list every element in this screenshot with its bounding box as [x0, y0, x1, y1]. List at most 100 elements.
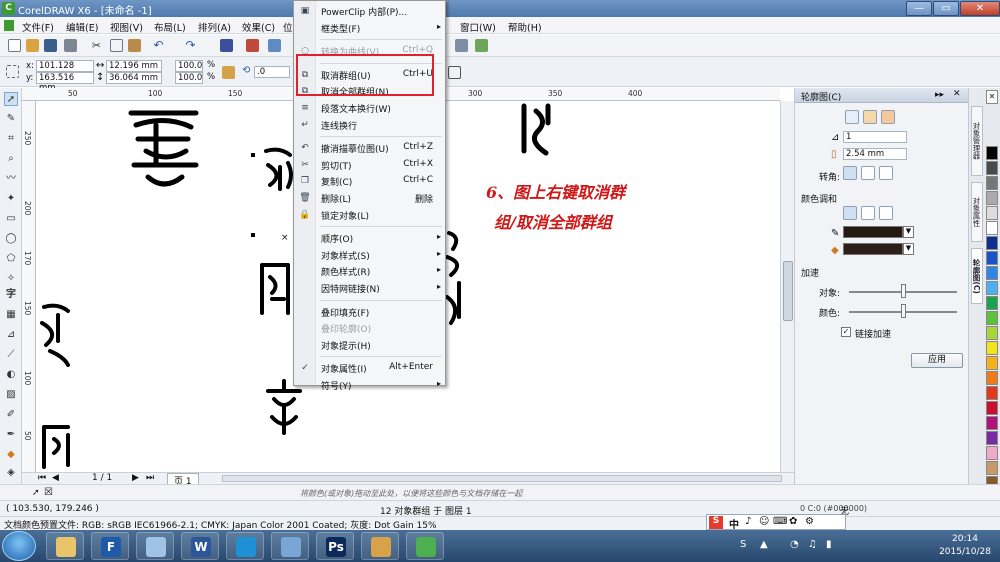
color-swatch[interactable] — [986, 206, 998, 220]
round-corner-icon[interactable] — [861, 166, 875, 180]
taskbar-app-explorer[interactable] — [46, 532, 84, 560]
pick-tool-icon[interactable]: ➚ — [4, 92, 18, 106]
context-menu-item[interactable]: ≡ 段落文本换行(W) — [294, 100, 445, 116]
color-swatch[interactable] — [986, 296, 998, 310]
dimension-tool-icon[interactable]: ⊿ — [4, 328, 18, 342]
context-menu-item[interactable]: 叠印填充(F) — [294, 304, 445, 320]
context-menu-item[interactable]: 框类型(F) ▸ — [294, 20, 445, 36]
wrap-text-icon[interactable] — [448, 66, 461, 79]
link-accel-checkbox[interactable]: ✓ — [841, 327, 851, 337]
color-swatch[interactable] — [986, 461, 998, 475]
inside-icon[interactable] — [863, 110, 877, 124]
color-accel-thumb[interactable] — [901, 304, 906, 318]
clockwise-blend-icon[interactable] — [861, 206, 875, 220]
import-icon[interactable] — [220, 39, 233, 52]
lock-ratio-icon[interactable] — [222, 66, 235, 79]
context-menu-item[interactable]: 颜色样式(R) ▸ — [294, 263, 445, 279]
no-color-swatch[interactable]: ✕ — [986, 90, 998, 104]
tray-sogou-icon[interactable]: S — [740, 539, 746, 550]
clock-date[interactable]: 2015/10/28 — [932, 547, 998, 557]
fill-tool-icon[interactable]: ◆ — [4, 448, 18, 462]
vertical-scrollbar[interactable] — [780, 101, 794, 472]
scroll-thumb[interactable] — [783, 261, 793, 321]
tray-network-icon[interactable]: ◔ — [790, 539, 799, 550]
color-swatch[interactable] — [986, 236, 998, 250]
tray-power-icon[interactable]: ▮ — [826, 539, 832, 550]
text-tool-icon[interactable]: 字 — [4, 288, 18, 302]
snap-icon[interactable] — [455, 39, 468, 52]
zoom-tool-icon[interactable]: ⌕ — [4, 152, 18, 166]
color-swatch[interactable] — [986, 176, 998, 190]
copy-icon[interactable] — [110, 39, 123, 52]
eyedropper-tool-icon[interactable]: ✐ — [4, 408, 18, 422]
menu-file[interactable]: 文件(F) — [22, 20, 54, 34]
context-menu-item[interactable]: 对象样式(S) ▸ — [294, 247, 445, 263]
tab-object-manager[interactable]: 对象管理器 — [971, 106, 983, 176]
color-swatch[interactable] — [986, 356, 998, 370]
color-swatch[interactable] — [986, 221, 998, 235]
options-icon[interactable] — [475, 39, 488, 52]
tab-object-properties[interactable]: 对象属性 — [971, 182, 983, 242]
seal-glyph[interactable] — [38, 301, 74, 371]
polygon-tool-icon[interactable]: ⬠ — [4, 252, 18, 266]
color-swatch[interactable] — [986, 341, 998, 355]
to-center-icon[interactable] — [845, 110, 859, 124]
menu-window[interactable]: 窗口(W) — [460, 20, 496, 34]
rectangle-tool-icon[interactable]: ▭ — [4, 212, 18, 226]
color-swatch[interactable] — [986, 161, 998, 175]
context-menu-item[interactable]: ✂ 剪切(T) Ctrl+X — [294, 157, 445, 173]
smart-fill-icon[interactable]: ✦ — [4, 192, 18, 206]
object-accel-thumb[interactable] — [901, 284, 906, 298]
context-menu-item[interactable]: 对象提示(H) — [294, 337, 445, 353]
scale-x-field[interactable]: 100.0 — [175, 60, 203, 72]
color-swatch[interactable] — [986, 146, 998, 160]
ime-skin-icon[interactable]: ✿ — [789, 516, 797, 527]
color-swatch[interactable] — [986, 251, 998, 265]
context-menu-item[interactable]: 🔒 锁定对象(L) — [294, 207, 445, 223]
y-position-field[interactable]: 163.516 mm — [36, 72, 94, 93]
docker-expand-icon[interactable]: ▸▸ — [935, 90, 944, 100]
context-menu-item[interactable]: ↵ 连线换行 — [294, 117, 445, 133]
taskbar-app-tool[interactable] — [271, 532, 309, 560]
next-page-icon[interactable]: ▶ — [132, 473, 139, 483]
color-swatch[interactable] — [986, 386, 998, 400]
start-button[interactable] — [2, 531, 36, 561]
save-icon[interactable] — [44, 39, 57, 52]
ime-emoji-icon[interactable]: ☺ — [759, 516, 769, 527]
context-menu-item[interactable]: ▣ PowerClip 内部(P)... — [294, 3, 445, 19]
steps-field[interactable]: 1 — [843, 131, 907, 143]
shape-tool-icon[interactable]: ✎ — [4, 112, 18, 126]
taskbar-app-notepad[interactable] — [136, 532, 174, 560]
new-icon[interactable] — [8, 39, 21, 52]
menu-help[interactable]: 帮助(H) — [508, 20, 542, 34]
selection-handle[interactable] — [251, 233, 255, 237]
menu-effects[interactable]: 效果(C) — [242, 20, 275, 34]
color-swatch[interactable] — [986, 416, 998, 430]
seal-glyph[interactable] — [38, 421, 78, 471]
menu-edit[interactable]: 编辑(E) — [66, 20, 98, 34]
menu-bitmap[interactable]: 位 — [283, 20, 293, 34]
color-swatch[interactable] — [986, 191, 998, 205]
table-tool-icon[interactable]: ▦ — [4, 308, 18, 322]
taskbar-app-word[interactable]: W — [181, 532, 219, 560]
context-menu-item[interactable]: 因特网链接(N) ▸ — [294, 280, 445, 296]
color-swatch[interactable] — [986, 446, 998, 460]
bevel-corner-icon[interactable] — [879, 166, 893, 180]
miter-corner-icon[interactable] — [843, 166, 857, 180]
freehand-tool-icon[interactable]: 〰 — [4, 172, 18, 186]
counter-blend-icon[interactable] — [879, 206, 893, 220]
tab-contour[interactable]: 轮廓图(C) — [971, 248, 983, 304]
tray-arrow-icon[interactable]: ▲ — [760, 539, 768, 550]
taskbar-app-app-f[interactable]: F — [91, 532, 129, 560]
x-position-field[interactable]: 101.128 mm — [36, 60, 94, 81]
outline-color-dropdown[interactable]: ▼ — [903, 226, 914, 238]
scale-y-field[interactable]: 100.0 — [175, 72, 203, 84]
context-menu-item[interactable]: 顺序(O) ▸ — [294, 230, 445, 246]
maximize-button[interactable]: ▭ — [933, 1, 959, 16]
menu-view[interactable]: 视图(V) — [110, 20, 143, 34]
context-menu-item[interactable]: 🗑 删除(L) 删除 — [294, 190, 445, 206]
ime-language[interactable]: 中 — [729, 516, 739, 531]
last-page-icon[interactable]: ⏭ — [146, 473, 154, 483]
export-icon[interactable] — [246, 39, 259, 52]
color-swatch[interactable] — [986, 281, 998, 295]
